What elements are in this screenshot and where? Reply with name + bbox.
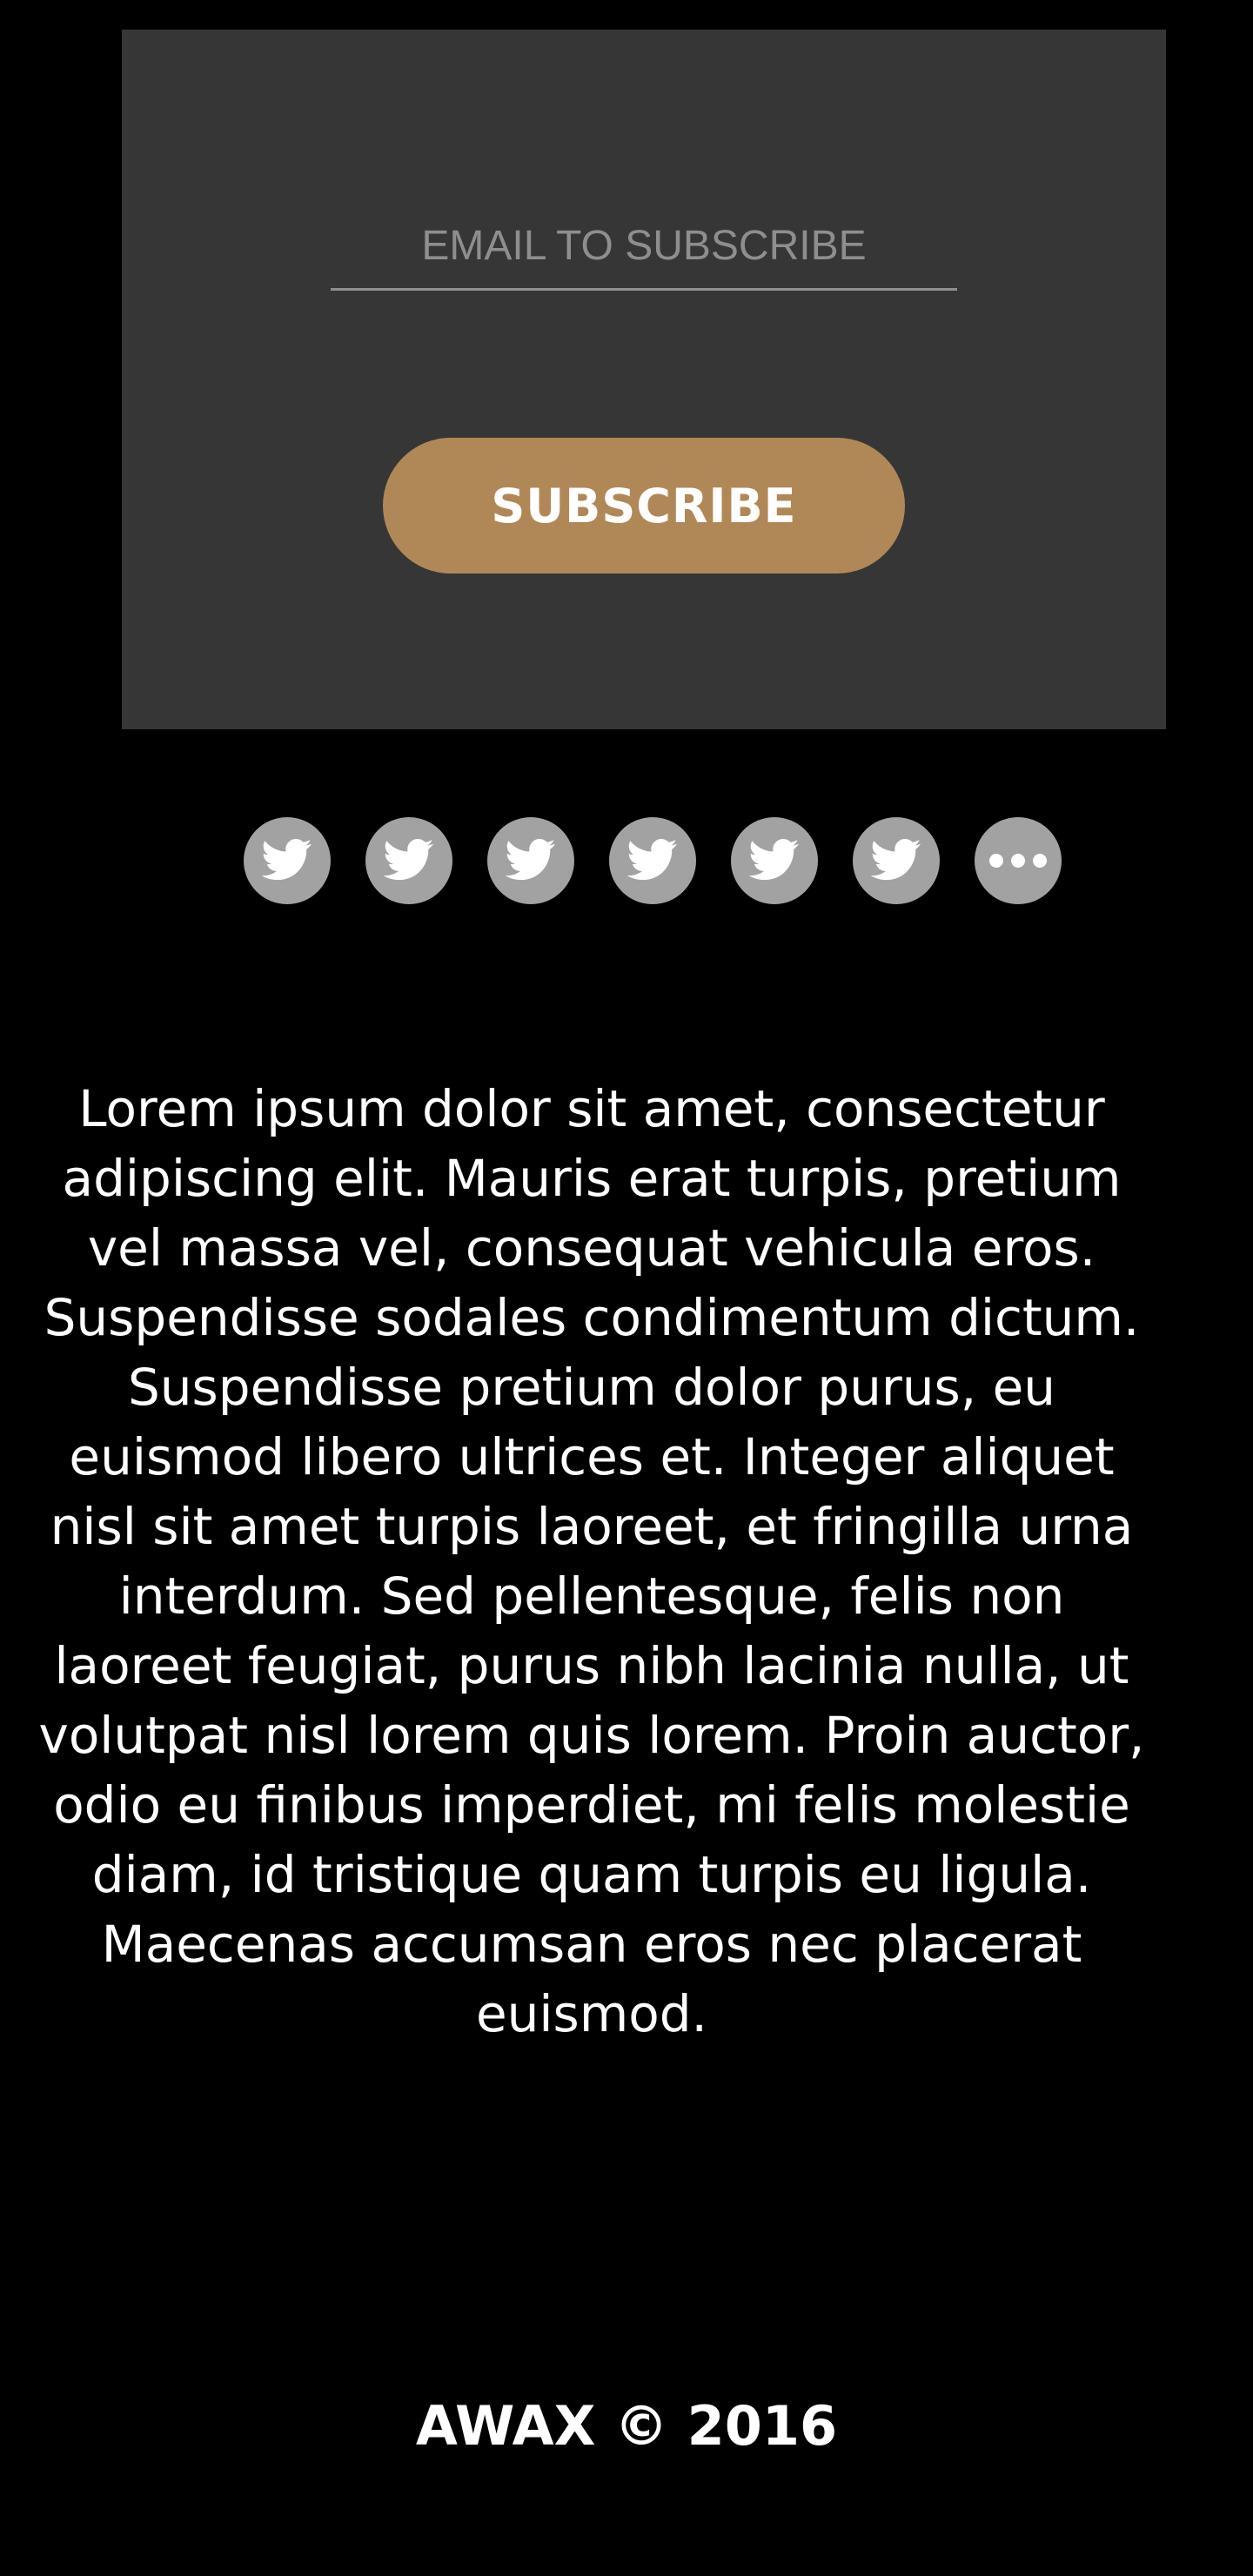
twitter-share-button[interactable] (731, 817, 818, 904)
twitter-icon (870, 834, 921, 888)
subscribe-panel: SUBSCRIBE (122, 30, 1166, 729)
body-paragraph: Lorem ipsum dolor sit amet, consectetur … (38, 1079, 1145, 2043)
twitter-share-button[interactable] (853, 817, 940, 904)
twitter-icon (383, 834, 434, 888)
subscribe-button[interactable]: SUBSCRIBE (383, 438, 905, 574)
twitter-icon (505, 834, 556, 888)
social-share-bar (244, 817, 1062, 904)
twitter-share-button[interactable] (487, 817, 574, 904)
twitter-icon (626, 834, 678, 888)
twitter-icon (748, 834, 800, 888)
footer-copyright: AWAX © 2016 (415, 2394, 838, 2458)
twitter-share-button[interactable] (365, 817, 452, 904)
twitter-share-button[interactable] (609, 817, 696, 904)
twitter-icon (261, 834, 312, 888)
email-field[interactable] (331, 204, 957, 291)
twitter-share-button[interactable] (244, 817, 331, 904)
more-icon (989, 854, 1047, 868)
more-share-button[interactable] (975, 817, 1062, 904)
